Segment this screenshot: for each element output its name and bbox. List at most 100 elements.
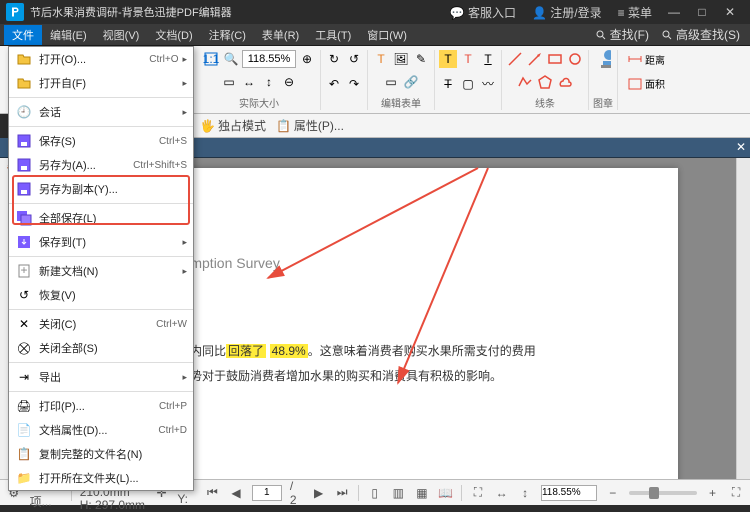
- menu-file[interactable]: 文件: [4, 25, 42, 45]
- menu-comment[interactable]: 注释(C): [201, 25, 254, 45]
- register-login-button[interactable]: 👤 注册/登录: [524, 4, 610, 21]
- rotate-cw-icon[interactable]: ↻: [325, 50, 343, 68]
- next-page-icon[interactable]: ▶: [311, 485, 327, 501]
- stamp-icon[interactable]: [594, 50, 612, 68]
- fit-height-icon[interactable]: ↕: [517, 485, 533, 501]
- menu-item-print[interactable]: 🖨打印(P)...Ctrl+P: [9, 394, 193, 418]
- layout-book-icon[interactable]: 📖: [438, 485, 454, 501]
- strikethrough-icon[interactable]: T: [439, 75, 457, 93]
- menu-item-doc-props[interactable]: 📄文档属性(D)...Ctrl+D: [9, 418, 193, 442]
- edit-pencil-icon[interactable]: ✎: [412, 50, 430, 68]
- box-icon[interactable]: ▢: [459, 75, 477, 93]
- menu-view[interactable]: 视图(V): [95, 25, 148, 45]
- customer-service-button[interactable]: 💬 客服入口: [442, 4, 524, 21]
- close-tab-icon[interactable]: ✕: [736, 140, 746, 154]
- rect-icon[interactable]: [546, 50, 564, 68]
- arrow-icon[interactable]: [526, 50, 544, 68]
- polyline-icon[interactable]: [516, 73, 534, 91]
- page-fit-icon[interactable]: ▭: [220, 73, 238, 91]
- zoom-in-status-icon[interactable]: +: [705, 485, 721, 501]
- menu-edit[interactable]: 编辑(E): [42, 25, 95, 45]
- doc-subtitle: Fruit Consumption Survey: [118, 255, 638, 271]
- menu-item-save-to[interactable]: 保存到(T)▸: [9, 230, 193, 254]
- wavy-icon[interactable]: 〰: [479, 75, 497, 93]
- ribbon-group-annot: T T T T ▢ 〰: [435, 50, 502, 110]
- menu-item-copy-filename[interactable]: 📋复制完整的文件名(N): [9, 442, 193, 466]
- edit-image-icon[interactable]: 🖼: [392, 50, 410, 68]
- fit-page-icon[interactable]: ⛶: [470, 485, 486, 501]
- circle-icon[interactable]: [566, 50, 584, 68]
- area-icon[interactable]: 面积: [622, 75, 670, 93]
- menu-tools[interactable]: 工具(T): [307, 25, 359, 45]
- menu-item-session[interactable]: 🕘会话▸: [9, 100, 193, 124]
- exclusive-mode-button[interactable]: 🖐独占模式: [200, 117, 266, 134]
- zoom-select[interactable]: [541, 485, 597, 501]
- zoom-minus-icon[interactable]: ⊖: [280, 73, 298, 91]
- menu-item-close-all[interactable]: ⛒关闭全部(S): [9, 336, 193, 360]
- fit-width-icon[interactable]: ↔: [494, 485, 510, 501]
- svg-text:1:1: 1:1: [203, 52, 219, 66]
- link-icon[interactable]: 🔗: [402, 73, 420, 91]
- highlight-icon[interactable]: T: [459, 50, 477, 68]
- prev-page-icon[interactable]: ◀: [228, 485, 244, 501]
- underline-icon[interactable]: T: [479, 50, 497, 68]
- fullscreen-icon[interactable]: ⛶: [728, 485, 744, 501]
- zoom-input[interactable]: [242, 50, 296, 68]
- menu-form[interactable]: 表单(R): [254, 25, 307, 45]
- ribbon-label-editform: 编辑表单: [381, 95, 421, 110]
- ribbon-label-stamp: 图章: [593, 95, 613, 110]
- menu-item-save[interactable]: 保存(S)Ctrl+S: [9, 129, 193, 153]
- close-window-button[interactable]: ✕: [716, 5, 744, 19]
- menu-item-save-as[interactable]: 另存为(A)...Ctrl+Shift+S: [9, 153, 193, 177]
- undo-icon[interactable]: ↶: [325, 75, 343, 93]
- fit-icon[interactable]: 1:1: [202, 50, 220, 68]
- menu-item-open[interactable]: 打开(O)...Ctrl+O▸: [9, 47, 193, 71]
- polygon-icon[interactable]: [536, 73, 554, 91]
- zoom-in-icon[interactable]: 🔍: [222, 50, 240, 68]
- advanced-find-button[interactable]: 高级查找(S): [655, 24, 746, 45]
- layout-single-icon[interactable]: ▯: [367, 485, 383, 501]
- zoom-plus-icon[interactable]: ⊕: [298, 50, 316, 68]
- ribbon-group-stamp: 图章: [589, 50, 618, 110]
- menu-item-close[interactable]: ✕关闭(C)Ctrl+W: [9, 312, 193, 336]
- edit-text-icon[interactable]: T: [372, 50, 390, 68]
- app-logo: [6, 3, 24, 21]
- first-page-icon[interactable]: ⏮: [205, 485, 221, 501]
- zoom-slider[interactable]: [629, 491, 697, 495]
- ribbon-group-measure: 距离 面积: [618, 50, 674, 110]
- page-number-input[interactable]: [252, 485, 282, 501]
- menubar: 文件 编辑(E) 视图(V) 文档(D) 注释(C) 表单(R) 工具(T) 窗…: [0, 24, 750, 46]
- ribbon-label-line: 线条: [535, 95, 555, 110]
- last-page-icon[interactable]: ⏭: [334, 485, 350, 501]
- menu-item-open-from[interactable]: 打开自(F)▸: [9, 71, 193, 95]
- properties-button[interactable]: 📋属性(P)...: [276, 117, 344, 134]
- select-icon[interactable]: ▭: [382, 73, 400, 91]
- main-menu-button[interactable]: ≡ 菜单: [610, 4, 660, 21]
- page-height-icon[interactable]: ↕: [260, 73, 278, 91]
- redo-icon[interactable]: ↷: [345, 75, 363, 93]
- ribbon-group-shapes: 线条: [502, 50, 589, 110]
- menu-item-revert[interactable]: ↺恢复(V): [9, 283, 193, 307]
- menu-window[interactable]: 窗口(W): [359, 25, 415, 45]
- cloud-icon[interactable]: [556, 73, 574, 91]
- minimize-button[interactable]: —: [660, 5, 688, 19]
- page-width-icon[interactable]: ↔: [240, 73, 258, 91]
- find-button[interactable]: 查找(F): [589, 24, 655, 45]
- menu-item-save-all[interactable]: 全部保存(L): [9, 206, 193, 230]
- layout-continuous-icon[interactable]: ▥: [391, 485, 407, 501]
- ribbon-secondary: 🖐独占模式 📋属性(P)...: [194, 114, 750, 138]
- vertical-scrollbar[interactable]: [736, 158, 750, 479]
- menu-document[interactable]: 文档(D): [147, 25, 200, 45]
- text-select-icon[interactable]: T: [439, 50, 457, 68]
- menu-item-new-doc[interactable]: +新建文档(N)▸: [9, 259, 193, 283]
- zoom-out-icon[interactable]: −: [605, 485, 621, 501]
- layout-facing-icon[interactable]: ▦: [414, 485, 430, 501]
- distance-icon[interactable]: 距离: [622, 50, 670, 68]
- menu-item-save-copy[interactable]: 另存为副本(Y)...: [9, 177, 193, 201]
- rotate-ccw-icon[interactable]: ↺: [345, 50, 363, 68]
- menu-item-export[interactable]: ⇥导出▸: [9, 365, 193, 389]
- line-icon[interactable]: [506, 50, 524, 68]
- maximize-button[interactable]: □: [688, 5, 716, 19]
- menu-item-open-folder[interactable]: 📁打开所在文件夹(L)...: [9, 466, 193, 490]
- ribbon-group-zoom: 1:1 🔍 ⊕ ▭ ↔ ↕ ⊖ 实际大小: [198, 50, 321, 110]
